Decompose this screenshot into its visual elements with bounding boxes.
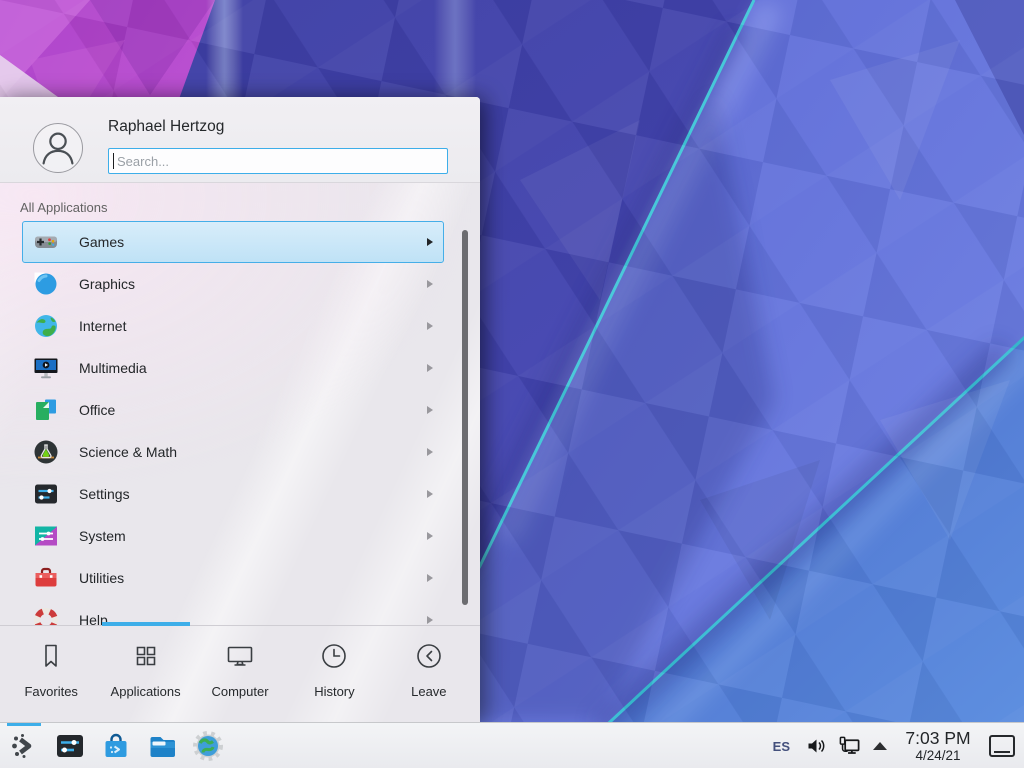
taskbar-launchers xyxy=(8,730,224,762)
network-icon[interactable] xyxy=(838,735,861,758)
volume-icon[interactable] xyxy=(806,736,826,756)
category-office[interactable]: Office xyxy=(22,389,444,431)
user-avatar[interactable] xyxy=(33,123,83,173)
category-utilities[interactable]: Utilities xyxy=(22,557,444,599)
submenu-arrow-icon xyxy=(427,364,433,372)
desktop: Raphael Hertzog All Applications Games G… xyxy=(0,0,1024,768)
system-icon xyxy=(33,523,59,549)
history-icon xyxy=(319,641,349,676)
submenu-arrow-icon xyxy=(427,490,433,498)
user-icon xyxy=(34,124,82,172)
system-settings-icon[interactable] xyxy=(54,730,86,762)
submenu-arrow-icon xyxy=(427,532,433,540)
tab-applications[interactable]: Applications xyxy=(98,626,192,722)
category-system[interactable]: System xyxy=(22,515,444,557)
category-label: Games xyxy=(79,234,124,250)
submenu-arrow-icon xyxy=(427,406,433,414)
category-label: Settings xyxy=(79,486,130,502)
keyboard-layout-indicator[interactable]: ES xyxy=(773,739,790,754)
submenu-arrow-icon xyxy=(427,448,433,456)
clock[interactable]: 7:03 PM 4/24/21 xyxy=(901,729,975,763)
taskbar-panel: ES 7:03 PM 4/24/21 xyxy=(0,722,1024,768)
search-input[interactable] xyxy=(108,148,448,174)
submenu-arrow-icon xyxy=(427,322,433,330)
kickoff-icon[interactable] xyxy=(8,730,40,762)
clock-date: 4/24/21 xyxy=(915,749,960,763)
category-help[interactable]: Help xyxy=(22,599,444,625)
active-task-indicator xyxy=(7,723,41,726)
category-science-math[interactable]: Science & Math xyxy=(22,431,444,473)
leave-icon xyxy=(414,641,444,676)
submenu-arrow-icon xyxy=(427,238,433,246)
application-launcher-popup: Raphael Hertzog All Applications Games G… xyxy=(0,97,480,722)
category-label: Office xyxy=(79,402,115,418)
category-list: Games Graphics Internet xyxy=(0,221,480,625)
settings-icon xyxy=(33,481,59,507)
games-icon xyxy=(33,229,59,255)
system-tray: ES 7:03 PM 4/24/21 xyxy=(773,723,1024,768)
submenu-arrow-icon xyxy=(427,574,433,582)
tab-computer[interactable]: Computer xyxy=(193,626,287,722)
category-label: Utilities xyxy=(79,570,124,586)
show-desktop-button[interactable] xyxy=(989,735,1015,757)
tab-favorites[interactable]: Favorites xyxy=(4,626,98,722)
tab-history[interactable]: History xyxy=(287,626,381,722)
discover-icon[interactable] xyxy=(100,730,132,762)
tab-leave[interactable]: Leave xyxy=(382,626,476,722)
utilities-icon xyxy=(33,565,59,591)
category-label: Internet xyxy=(79,318,126,334)
category-graphics[interactable]: Graphics xyxy=(22,263,444,305)
computer-icon xyxy=(225,641,255,676)
science-icon xyxy=(33,439,59,465)
expand-arrow-icon[interactable] xyxy=(873,742,887,750)
category-games[interactable]: Games xyxy=(22,221,444,263)
category-label: Science & Math xyxy=(79,444,177,460)
graphics-icon xyxy=(33,271,59,297)
section-label: All Applications xyxy=(20,200,107,215)
office-icon xyxy=(33,397,59,423)
category-label: Graphics xyxy=(79,276,135,292)
launcher-tabbar: Favorites Applications Computer History xyxy=(0,626,480,722)
user-name: Raphael Hertzog xyxy=(108,118,224,136)
clock-time: 7:03 PM xyxy=(905,729,970,747)
launcher-header: Raphael Hertzog xyxy=(0,97,480,183)
category-internet[interactable]: Internet xyxy=(22,305,444,347)
category-settings[interactable]: Settings xyxy=(22,473,444,515)
help-icon xyxy=(33,607,59,625)
submenu-arrow-icon xyxy=(427,616,433,624)
web-browser-icon[interactable] xyxy=(192,730,224,762)
category-label: Multimedia xyxy=(79,360,147,376)
submenu-arrow-icon xyxy=(427,280,433,288)
internet-icon xyxy=(33,313,59,339)
file-manager-icon[interactable] xyxy=(146,730,178,762)
text-cursor xyxy=(113,153,114,169)
category-label: System xyxy=(79,528,126,544)
category-multimedia[interactable]: Multimedia xyxy=(22,347,444,389)
list-scrollbar[interactable] xyxy=(462,230,468,605)
multimedia-icon xyxy=(33,355,59,381)
applications-icon xyxy=(131,641,161,676)
favorites-icon xyxy=(36,641,66,676)
